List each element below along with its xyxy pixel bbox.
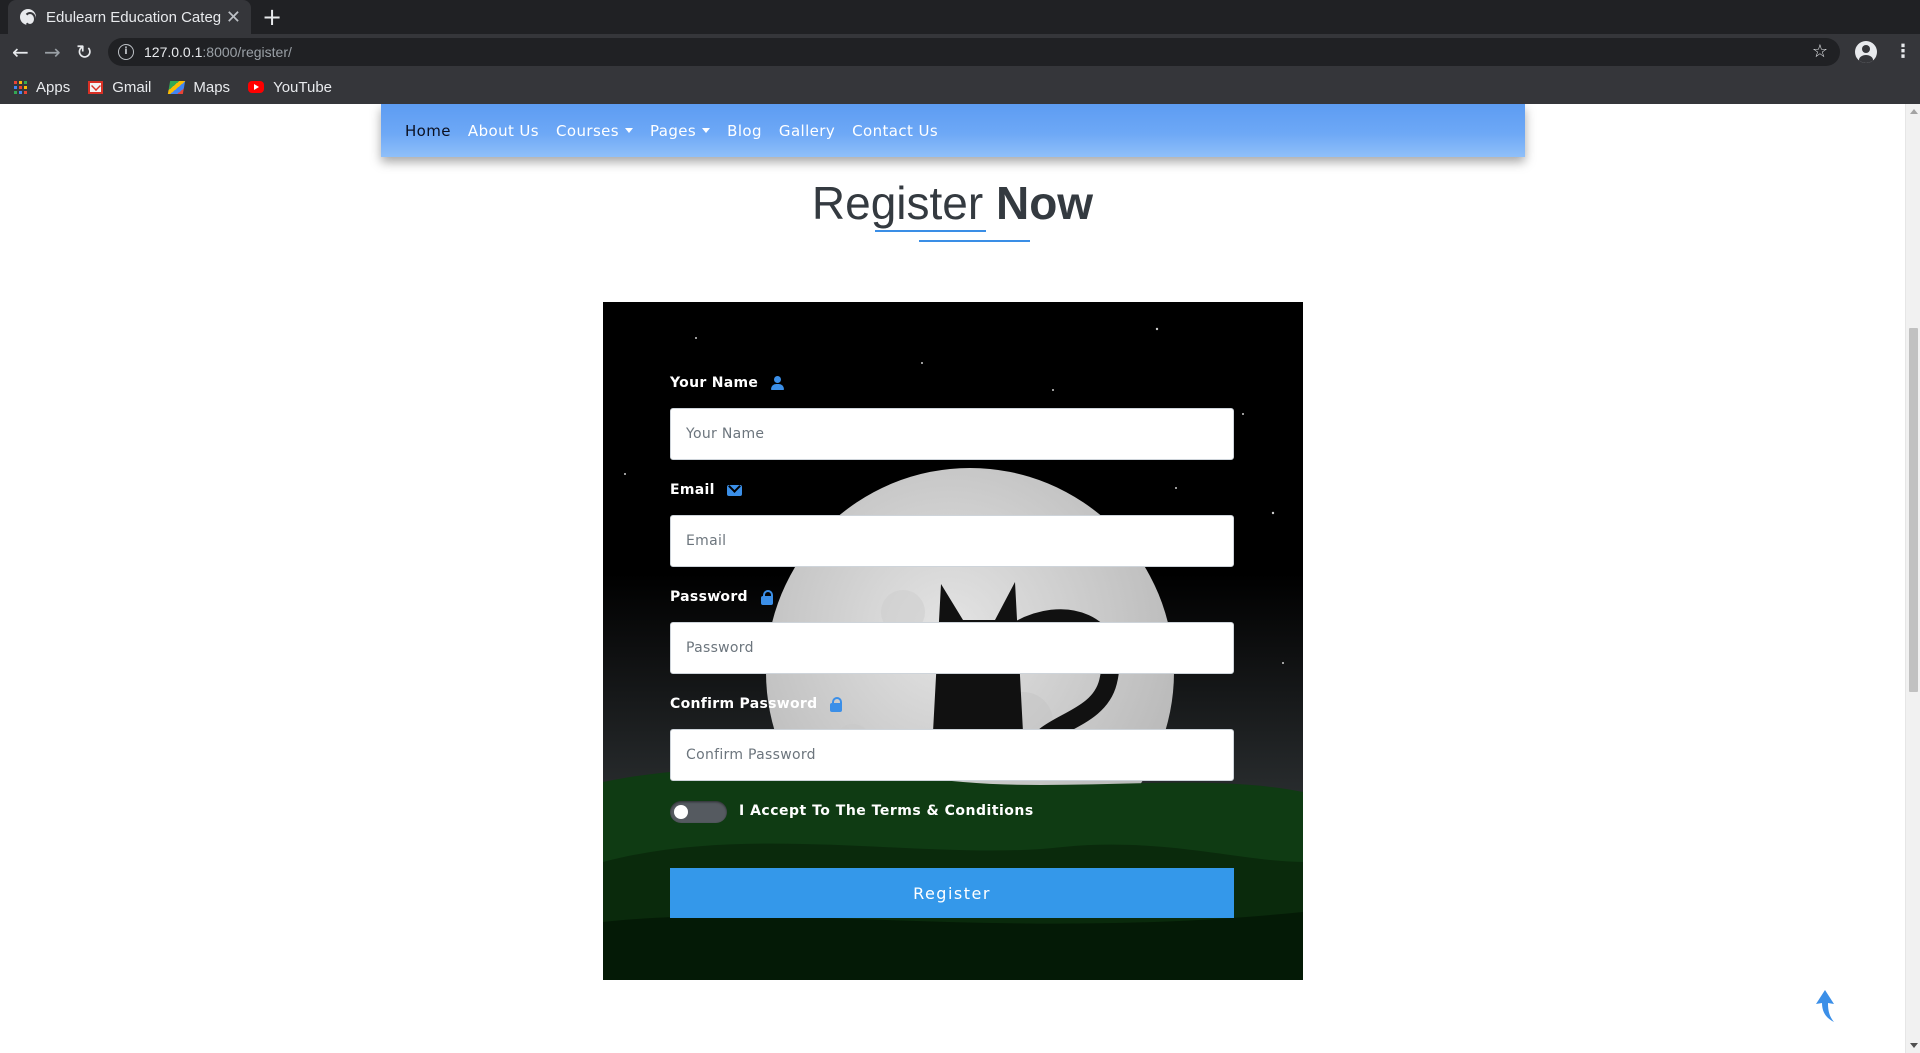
browser-tab-strip: Edulearn Education Categ ✕ +	[0, 0, 1920, 34]
new-tab-icon[interactable]: +	[262, 4, 282, 30]
unlock-icon	[829, 696, 844, 712]
confirm-password-label-text: Confirm Password	[670, 696, 818, 712]
site-info-icon[interactable]: i	[118, 44, 134, 60]
browser-toolbar: ← → ↻ i 127.0.0.1:8000/register/ ☆ ⋮	[0, 34, 1920, 70]
bookmark-label: Apps	[36, 78, 71, 96]
envelope-icon	[726, 484, 742, 496]
browser-tab[interactable]: Edulearn Education Categ ✕	[8, 0, 251, 34]
bookmark-maps[interactable]: Maps	[168, 78, 231, 96]
forward-arrow-icon[interactable]: →	[44, 40, 61, 64]
reload-icon[interactable]: ↻	[76, 40, 93, 64]
caret-down-icon	[702, 128, 711, 133]
page-title-bold: Now	[995, 177, 1094, 229]
bookmark-label: Gmail	[112, 78, 152, 96]
nav-courses-label: Courses	[556, 121, 620, 140]
nav-gallery[interactable]: Gallery	[779, 122, 835, 140]
name-input[interactable]	[670, 408, 1234, 460]
title-underline	[875, 230, 986, 232]
gmail-icon	[88, 80, 104, 94]
page-title: Register Now	[0, 176, 1905, 230]
nav-pages-label: Pages	[650, 121, 697, 140]
bookmark-apps[interactable]: Apps	[14, 79, 70, 96]
password-label: Password	[670, 589, 775, 605]
globe-icon	[20, 9, 36, 26]
nav-pages[interactable]: Pages	[650, 121, 711, 140]
nav-about-us[interactable]: About Us	[468, 122, 539, 140]
maps-icon	[168, 80, 186, 94]
tab-title: Edulearn Education Categ	[46, 8, 222, 26]
nav-home[interactable]: Home	[405, 122, 451, 140]
bookmark-label: YouTube	[273, 78, 333, 96]
page-scrollbar[interactable]	[1905, 104, 1920, 1053]
youtube-icon	[248, 81, 265, 93]
scrollbar-thumb[interactable]	[1909, 328, 1918, 692]
bookmarks-bar: Apps Gmail Maps YouTube	[0, 70, 1920, 104]
email-input[interactable]	[670, 515, 1234, 567]
back-to-top-arrow-icon[interactable]	[1814, 988, 1836, 1024]
scroll-up-arrow-icon[interactable]	[1910, 109, 1918, 114]
url-host: 127.0.0.1	[144, 44, 203, 60]
bookmark-label: Maps	[193, 78, 231, 96]
password-label-text: Password	[670, 589, 748, 605]
user-icon	[770, 375, 785, 391]
name-label-text: Your Name	[670, 375, 759, 391]
apps-grid-icon	[14, 80, 27, 94]
terms-toggle-switch[interactable]	[670, 801, 727, 823]
page-viewport: Home About Us Courses Pages Blog Gallery…	[0, 104, 1920, 1053]
nav-blog[interactable]: Blog	[727, 122, 762, 140]
caret-down-icon	[625, 128, 634, 133]
scroll-down-arrow-icon[interactable]	[1910, 1043, 1918, 1048]
password-input[interactable]	[670, 622, 1234, 674]
bookmark-youtube[interactable]: YouTube	[248, 79, 332, 96]
register-button[interactable]: Register	[670, 868, 1234, 918]
bookmark-star-icon[interactable]: ☆	[1812, 41, 1828, 62]
bookmark-gmail[interactable]: Gmail	[88, 79, 151, 96]
profile-avatar-icon[interactable]	[1855, 41, 1877, 63]
confirm-password-label: Confirm Password	[670, 696, 844, 712]
url-path: :8000/register/	[202, 44, 292, 60]
address-bar[interactable]: i 127.0.0.1:8000/register/ ☆	[108, 38, 1840, 66]
email-label-text: Email	[670, 482, 715, 498]
main-navbar: Home About Us Courses Pages Blog Gallery…	[381, 104, 1525, 157]
nav-courses[interactable]: Courses	[556, 121, 634, 140]
register-form: Your Name Email Password Confirm Passwor…	[603, 302, 1303, 980]
title-underline	[919, 240, 1030, 242]
terms-label: I Accept To The Terms & Conditions	[739, 803, 1034, 819]
browser-menu-icon[interactable]: ⋮	[1894, 40, 1912, 64]
page-title-light: Register	[811, 177, 984, 229]
name-label: Your Name	[670, 375, 785, 391]
nav-contact-us[interactable]: Contact Us	[852, 122, 938, 140]
back-arrow-icon[interactable]: ←	[12, 40, 29, 64]
close-tab-icon[interactable]: ✕	[226, 7, 241, 28]
confirm-password-input[interactable]	[670, 729, 1234, 781]
email-label: Email	[670, 482, 742, 498]
unlock-icon	[760, 589, 775, 605]
url-text: 127.0.0.1:8000/register/	[144, 44, 292, 60]
